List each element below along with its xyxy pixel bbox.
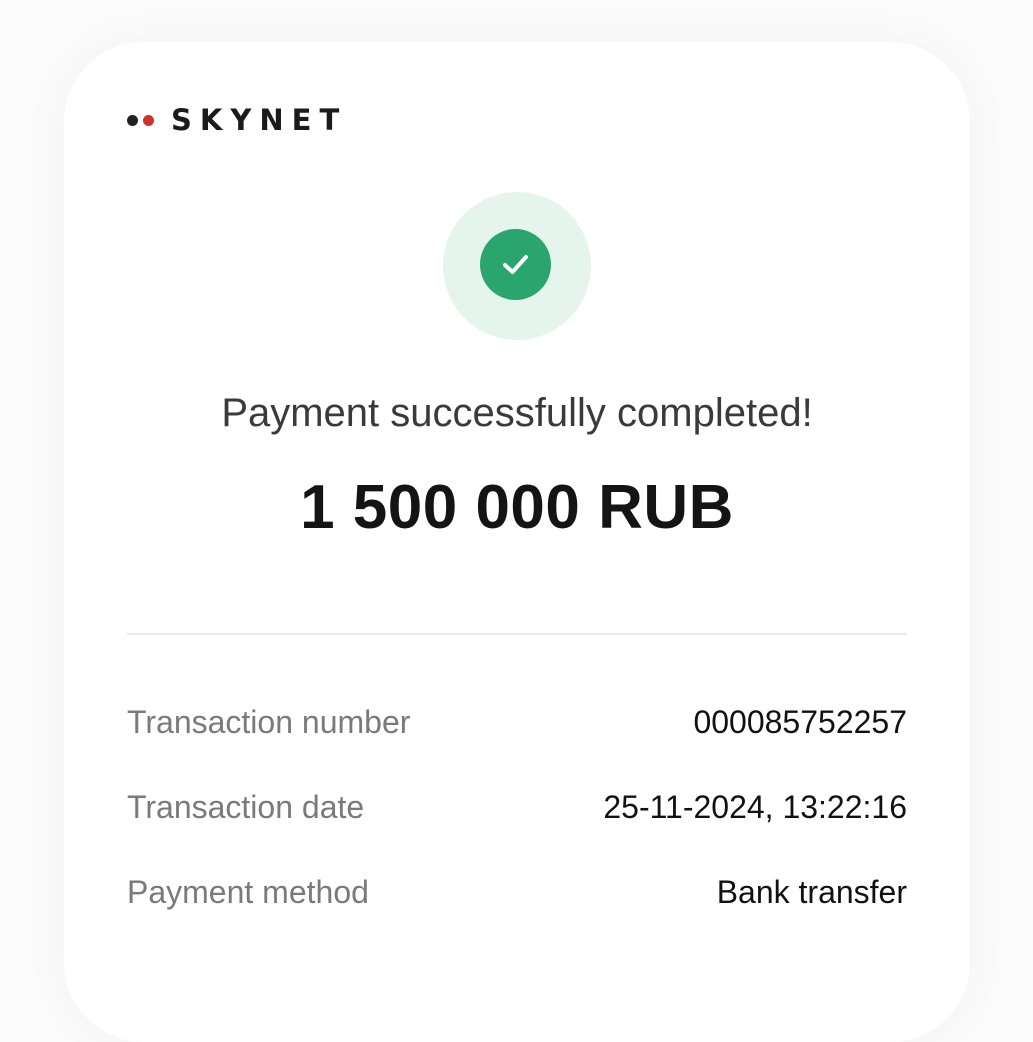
detail-row-transaction-date: Transaction date 25-11-2024, 13:22:16: [127, 785, 907, 829]
detail-value: Bank transfer: [716, 873, 907, 910]
logo-dot-dark: [127, 114, 138, 126]
brand-name: SKYNET: [171, 103, 348, 137]
payment-status-message: Payment successfully completed!: [221, 391, 813, 435]
logo-dot-red: [143, 114, 154, 126]
detail-label: Transaction date: [127, 788, 365, 825]
divider: [127, 633, 907, 635]
payment-amount: 1 500 000 RUB: [300, 473, 734, 542]
checkmark-icon: [503, 255, 528, 274]
brand-logo: SKYNET: [127, 103, 347, 137]
detail-row-transaction-number: Transaction number 000085752257: [127, 700, 907, 744]
detail-value: 000085752257: [693, 703, 907, 740]
detail-label: Transaction number: [127, 703, 411, 740]
detail-value: 25-11-2024, 13:22:16: [603, 788, 907, 825]
detail-row-payment-method: Payment method Bank transfer: [127, 870, 907, 914]
success-badge: [480, 229, 551, 300]
detail-label: Payment method: [127, 873, 369, 910]
